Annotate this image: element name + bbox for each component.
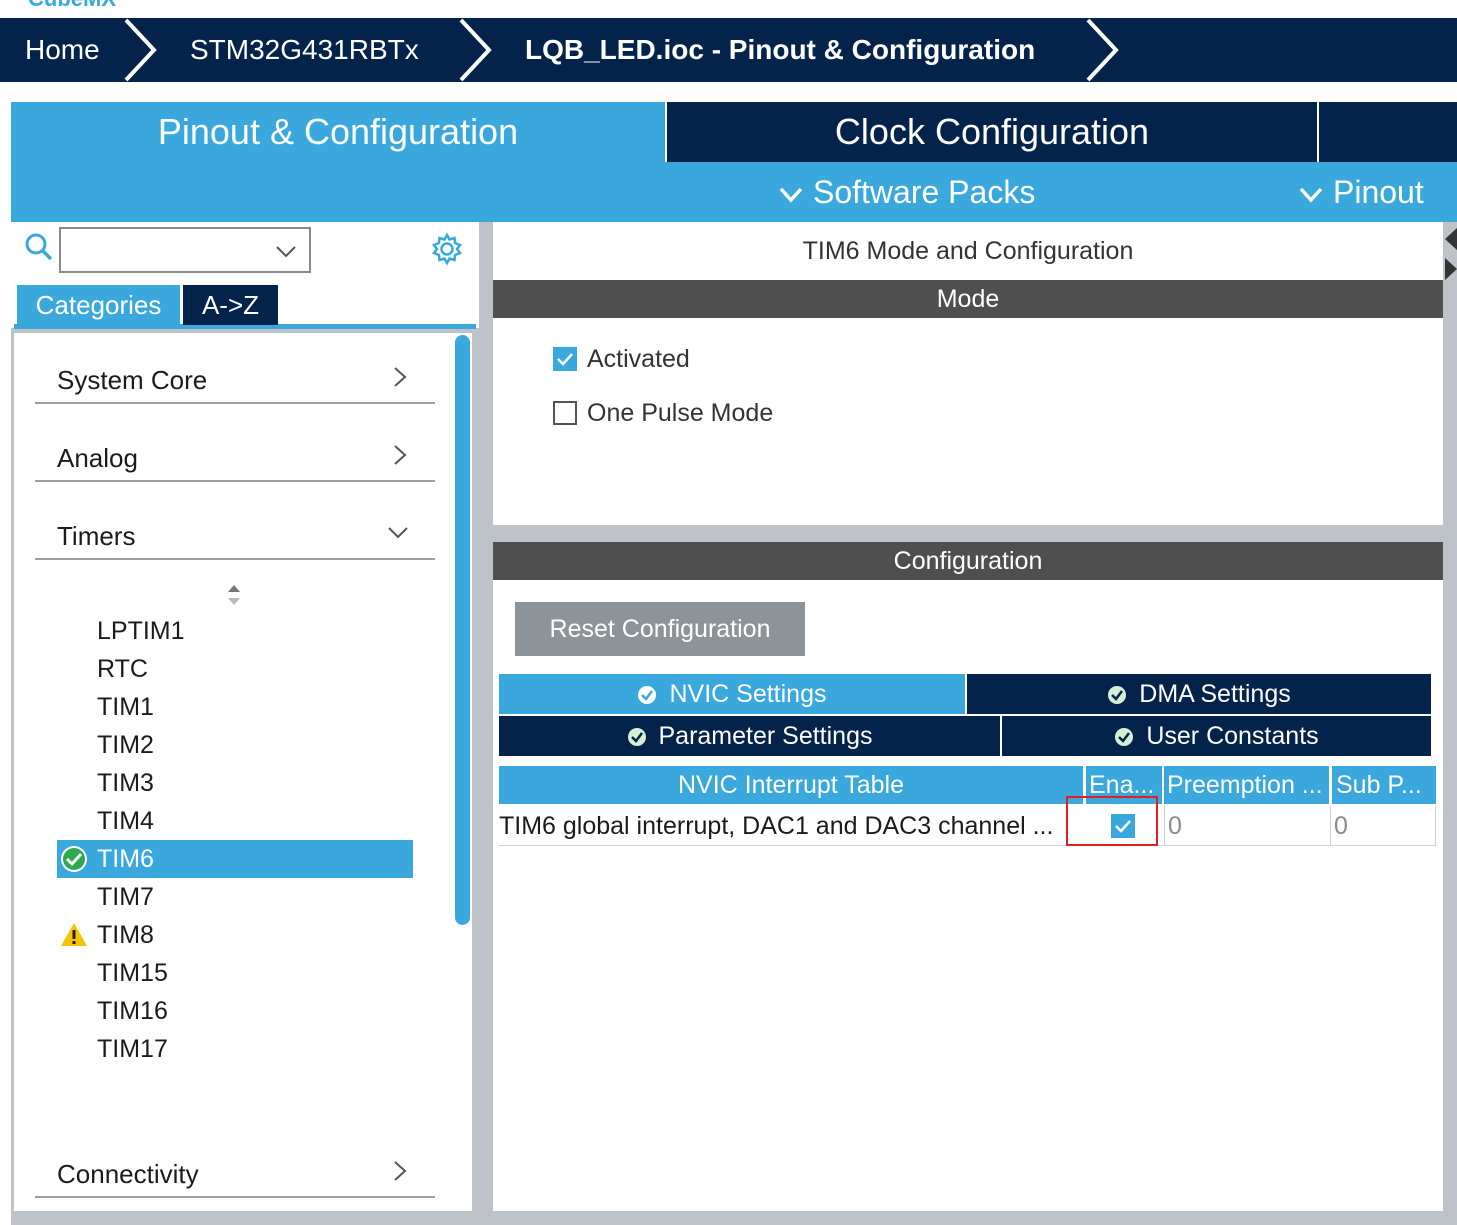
tab-nvic-settings[interactable]: NVIC Settings	[499, 674, 965, 714]
tab-user-constants[interactable]: User Constants	[1002, 716, 1431, 756]
reset-configuration-button[interactable]: Reset Configuration	[515, 602, 805, 656]
timer-label: TIM7	[97, 883, 154, 911]
pinout-label: Pinout	[1333, 174, 1424, 210]
category-analog[interactable]: Analog	[35, 432, 435, 482]
timer-item-tim6[interactable]: TIM6	[57, 840, 413, 878]
highlight-annotation	[1066, 796, 1158, 846]
timer-label: RTC	[97, 655, 148, 683]
tab-dma-settings[interactable]: DMA Settings	[967, 674, 1431, 714]
chevron-right-icon	[1086, 18, 1119, 82]
tab-clock-configuration[interactable]: Clock Configuration	[667, 102, 1317, 162]
timer-item-tim4[interactable]: TIM4	[57, 802, 413, 840]
one-pulse-checkbox[interactable]	[553, 401, 577, 425]
timer-item-tim1[interactable]: TIM1	[57, 688, 413, 726]
timer-label: TIM1	[97, 693, 154, 721]
collapse-arrow-icon[interactable]	[1445, 228, 1457, 250]
check-circle-icon	[1115, 728, 1134, 746]
timer-item-tim3[interactable]: TIM3	[57, 764, 413, 802]
gear-icon[interactable]	[430, 232, 464, 266]
chevron-down-icon	[779, 187, 803, 203]
search-icon[interactable]	[24, 232, 54, 262]
tab-label: NVIC Settings	[669, 680, 827, 708]
table-header-preemption[interactable]: Preemption ...	[1164, 766, 1329, 804]
category-system-core[interactable]: System Core	[35, 354, 435, 404]
chevron-right-icon	[459, 18, 492, 82]
checkmark-icon	[557, 353, 573, 366]
table-header-interrupt[interactable]: NVIC Interrupt Table	[499, 766, 1083, 804]
tab-parameter-settings[interactable]: Parameter Settings	[499, 716, 1000, 756]
category-timers[interactable]: Timers	[35, 510, 435, 560]
table-cell-preemption[interactable]: 0	[1164, 806, 1330, 846]
software-packs-menu[interactable]: Software Packs	[779, 162, 1035, 222]
tab-a-z[interactable]: A->Z	[183, 285, 278, 325]
chevron-down-icon	[276, 246, 296, 258]
chevron-right-icon	[394, 1161, 407, 1181]
check-circle-icon	[627, 728, 646, 746]
timer-item-tim7[interactable]: TIM7	[57, 878, 413, 916]
breadcrumb: Home STM32G431RBTx LQB_LED.ioc - Pinout …	[0, 18, 1457, 82]
check-circle-icon	[638, 686, 657, 704]
timer-item-tim2[interactable]: TIM2	[57, 726, 413, 764]
timer-label: TIM2	[97, 731, 154, 759]
activated-label: Activated	[587, 345, 690, 373]
timer-label: TIM8	[97, 921, 154, 949]
category-label: System Core	[57, 365, 208, 395]
timer-item-lptim1[interactable]: LPTIM1	[57, 612, 413, 650]
logo: CubeMX	[0, 0, 1457, 18]
tab-more[interactable]	[1319, 102, 1457, 162]
tab-label: User Constants	[1146, 722, 1319, 750]
category-label: Timers	[57, 521, 136, 551]
category-scrollbar-thumb[interactable]	[455, 335, 470, 925]
sort-icon[interactable]	[226, 583, 242, 607]
category-connectivity[interactable]: Connectivity	[35, 1148, 435, 1198]
tab-label: DMA Settings	[1139, 680, 1291, 708]
one-pulse-label: One Pulse Mode	[587, 399, 774, 427]
breadcrumb-project[interactable]: LQB_LED.ioc - Pinout & Configuration	[525, 18, 1035, 82]
category-label: Connectivity	[57, 1159, 199, 1189]
check-circle-icon	[1108, 686, 1127, 704]
timer-label: TIM16	[97, 997, 168, 1025]
timer-label: TIM4	[97, 807, 154, 835]
chevron-down-icon	[388, 527, 408, 539]
software-packs-label: Software Packs	[813, 174, 1036, 210]
category-label: Analog	[57, 443, 138, 473]
tab-pinout-configuration[interactable]: Pinout & Configuration	[11, 102, 665, 162]
panel-title: TIM6 Mode and Configuration	[802, 237, 1134, 265]
sub-toolbar: Software Packs Pinout	[11, 162, 1457, 222]
warning-icon	[61, 923, 87, 946]
timer-item-tim8[interactable]: TIM8	[57, 916, 413, 954]
table-header-sub-priority[interactable]: Sub P...	[1332, 766, 1436, 804]
timer-item-tim16[interactable]: TIM16	[57, 992, 413, 1030]
chevron-down-icon	[1299, 187, 1323, 203]
timer-item-rtc[interactable]: RTC	[57, 650, 413, 688]
table-cell-sub-priority[interactable]: 0	[1330, 806, 1436, 846]
configuration-header: Configuration	[493, 542, 1443, 580]
tab-label: Parameter Settings	[658, 722, 873, 750]
timer-item-tim17[interactable]: TIM17	[57, 1030, 413, 1068]
activated-checkbox[interactable]	[553, 347, 577, 371]
timer-item-tim15[interactable]: TIM15	[57, 954, 413, 992]
timer-label: TIM6	[97, 845, 154, 873]
pinout-menu[interactable]: Pinout	[1299, 162, 1424, 222]
timer-label: TIM17	[97, 1035, 168, 1063]
breadcrumb-home[interactable]: Home	[25, 18, 100, 82]
expand-arrow-icon[interactable]	[1445, 258, 1457, 280]
table-cell-interrupt-name[interactable]: TIM6 global interrupt, DAC1 and DAC3 cha…	[499, 806, 1084, 846]
search-input[interactable]	[59, 227, 311, 273]
check-circle-icon	[61, 846, 87, 872]
chevron-right-icon	[394, 445, 407, 465]
chevron-right-icon	[394, 367, 407, 387]
tab-categories[interactable]: Categories	[17, 285, 180, 325]
chevron-right-icon	[124, 18, 157, 82]
timer-label: TIM3	[97, 769, 154, 797]
timer-label: LPTIM1	[97, 617, 185, 645]
breadcrumb-device[interactable]: STM32G431RBTx	[190, 18, 419, 82]
mode-header: Mode	[493, 280, 1443, 318]
timer-label: TIM15	[97, 959, 168, 987]
